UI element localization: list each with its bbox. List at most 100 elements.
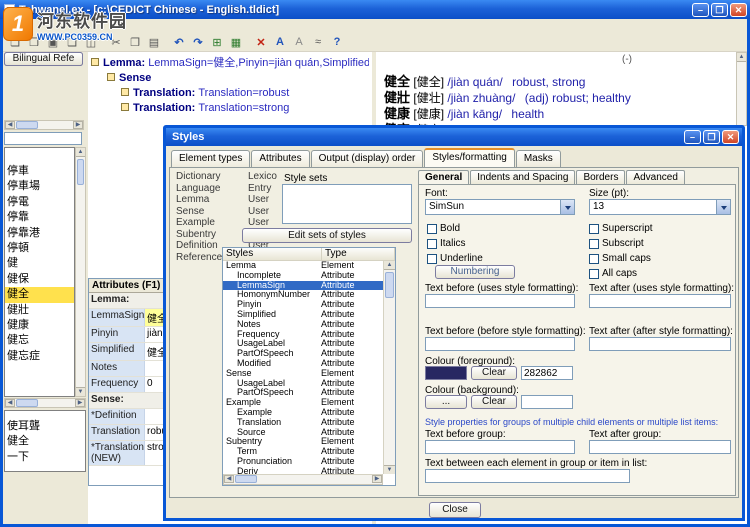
- style-row[interactable]: Example Element: [223, 398, 383, 408]
- scrollbar-track[interactable]: [234, 475, 372, 484]
- checkbox[interactable]: All caps: [589, 268, 653, 279]
- sidebar-button[interactable]: Bilingual Refe: [4, 52, 83, 66]
- checkbox[interactable]: Bold: [427, 223, 483, 234]
- lemma-list-item[interactable]: 健忘: [5, 333, 74, 348]
- lemma-list-scrollbar[interactable]: ▲ ▼: [75, 147, 86, 397]
- styles-list-vertical-scrollbar[interactable]: ▲ ▼: [383, 261, 395, 474]
- style-row[interactable]: UsageLabel Attribute: [223, 379, 383, 389]
- element-type-row[interactable]: Dictionary Lexico: [176, 171, 280, 183]
- lemma-search-input[interactable]: [4, 132, 82, 145]
- copy-icon[interactable]: ❐: [126, 34, 144, 50]
- style-row[interactable]: UsageLabel Attribute: [223, 339, 383, 349]
- element-type-row[interactable]: Language Entry: [176, 183, 280, 195]
- checkbox[interactable]: Superscript: [589, 223, 653, 234]
- style-row[interactable]: Sense Element: [223, 369, 383, 379]
- lemma-list-item[interactable]: 停頓: [5, 241, 74, 256]
- paste-icon[interactable]: ▤: [145, 34, 163, 50]
- text-after-group-input[interactable]: [589, 440, 731, 454]
- style-row[interactable]: Frequency Attribute: [223, 330, 383, 340]
- undo-icon[interactable]: ↶: [170, 34, 188, 50]
- style-sets-listbox[interactable]: [282, 184, 412, 224]
- lemma-list-item[interactable]: 健康: [5, 318, 74, 333]
- tree-node[interactable]: Translation:Translation=strong: [91, 101, 369, 116]
- chevron-down-icon[interactable]: [716, 200, 730, 214]
- checkbox[interactable]: Underline: [427, 253, 483, 264]
- style-row[interactable]: Term Attribute: [223, 447, 383, 457]
- preview-collapse-toggle[interactable]: (-): [622, 54, 632, 65]
- formatting-subtab[interactable]: General: [418, 170, 469, 184]
- style-row[interactable]: PartOfSpeech Attribute: [223, 349, 383, 359]
- checkbox-box[interactable]: [427, 224, 437, 234]
- lemma-list-horizontal-scrollbar[interactable]: ◀ ▶: [4, 398, 86, 408]
- scroll-left-icon[interactable]: ◀: [5, 399, 15, 407]
- scrollbar-thumb[interactable]: [77, 159, 84, 185]
- tree-node-icon[interactable]: [91, 58, 99, 66]
- sidebar-horizontal-scrollbar[interactable]: ◀ ▶: [4, 120, 84, 130]
- lemma-list-item[interactable]: 停車場: [5, 179, 74, 194]
- scrollbar-thumb[interactable]: [16, 121, 38, 129]
- chevron-down-icon[interactable]: [560, 200, 574, 214]
- font-plain-icon[interactable]: A: [290, 34, 308, 50]
- checkbox[interactable]: Small caps: [589, 253, 653, 264]
- style-row[interactable]: Modified Attribute: [223, 359, 383, 369]
- lemma-list-item[interactable]: 健保: [5, 272, 74, 287]
- scrollbar-thumb[interactable]: [16, 399, 38, 407]
- styles-list-horizontal-scrollbar[interactable]: ◀ ▶: [223, 474, 383, 485]
- font-combobox[interactable]: SimSun: [425, 199, 575, 215]
- lemma-list[interactable]: 停車停車場停電停靠停靠港停頓健健保健全健壯健康健忘健忘症: [4, 147, 75, 397]
- scroll-up-icon[interactable]: ▲: [737, 53, 746, 62]
- scroll-down-icon[interactable]: ▼: [384, 465, 395, 474]
- maximize-button[interactable]: ❐: [711, 3, 728, 17]
- scrollbar-track[interactable]: [15, 121, 73, 129]
- checkbox-box[interactable]: [589, 239, 599, 249]
- scroll-right-icon[interactable]: ▶: [73, 121, 83, 129]
- style-row[interactable]: Example Attribute: [223, 408, 383, 418]
- close-button[interactable]: ✕: [730, 3, 747, 17]
- tree-node-icon[interactable]: [121, 103, 129, 111]
- background-colour-picker-button[interactable]: ...: [425, 395, 467, 409]
- element-type-row[interactable]: Example User: [176, 217, 280, 229]
- scroll-left-icon[interactable]: ◀: [224, 475, 234, 483]
- font-style-icon[interactable]: A: [271, 34, 289, 50]
- checkbox-box[interactable]: [427, 239, 437, 249]
- clear-foreground-button[interactable]: Clear: [471, 366, 517, 380]
- column-header-styles[interactable]: Styles: [223, 248, 322, 261]
- style-row[interactable]: Translation Attribute: [223, 418, 383, 428]
- size-combobox[interactable]: 13: [589, 199, 731, 215]
- tree-node[interactable]: Lemma:LemmaSign=健全,Pinyin=jiàn quán,Simp…: [91, 56, 369, 71]
- checkbox-box[interactable]: [427, 254, 437, 264]
- preview-scrollbar[interactable]: ▲: [736, 52, 747, 126]
- delete-icon[interactable]: ✕: [252, 34, 270, 50]
- lemma-list-item[interactable]: 停車: [5, 164, 74, 179]
- formatting-subtab[interactable]: Indents and Spacing: [470, 170, 575, 184]
- scroll-right-icon[interactable]: ▶: [372, 475, 382, 483]
- formatting-subtab[interactable]: Borders: [576, 170, 625, 184]
- style-row[interactable]: PartOfSpeech Attribute: [223, 388, 383, 398]
- lemma-list-item[interactable]: 健忘症: [5, 349, 74, 364]
- related-lemma-list[interactable]: 使耳聾健全一下: [4, 410, 86, 472]
- lemma-list-item[interactable]: 停靠港: [5, 226, 74, 241]
- scroll-down-icon[interactable]: ▼: [76, 387, 85, 396]
- formatting-subtab[interactable]: Advanced: [626, 170, 684, 184]
- lemma-list-item[interactable]: 健壯: [5, 303, 74, 318]
- clear-background-button[interactable]: Clear: [471, 395, 517, 409]
- lemma-list-item[interactable]: 停靠: [5, 210, 74, 225]
- style-row[interactable]: LemmaSign Attribute: [223, 281, 383, 291]
- background-colour-value[interactable]: [521, 395, 573, 409]
- checkbox[interactable]: Subscript: [589, 238, 653, 249]
- foreground-colour-swatch[interactable]: [425, 366, 467, 380]
- tree-node-icon[interactable]: [107, 73, 115, 81]
- element-type-row[interactable]: Lemma User: [176, 194, 280, 206]
- tree-node-icon[interactable]: [121, 88, 129, 96]
- scrollbar-track[interactable]: [15, 399, 75, 407]
- dialog-close-icon[interactable]: ✕: [722, 130, 739, 144]
- scrollbar-thumb[interactable]: [385, 272, 394, 298]
- dialog-tab[interactable]: Styles/formatting: [424, 148, 514, 167]
- text-before-before-input[interactable]: [425, 337, 575, 351]
- scrollbar-thumb[interactable]: [235, 475, 257, 483]
- related-lemma-item[interactable]: 使耳聾: [5, 419, 85, 434]
- special-characters-icon[interactable]: ≈: [309, 34, 327, 50]
- tree-node[interactable]: Translation:Translation=robust: [91, 86, 369, 101]
- dialog-minimize-button[interactable]: –: [684, 130, 701, 144]
- column-header-type[interactable]: Type: [322, 248, 395, 261]
